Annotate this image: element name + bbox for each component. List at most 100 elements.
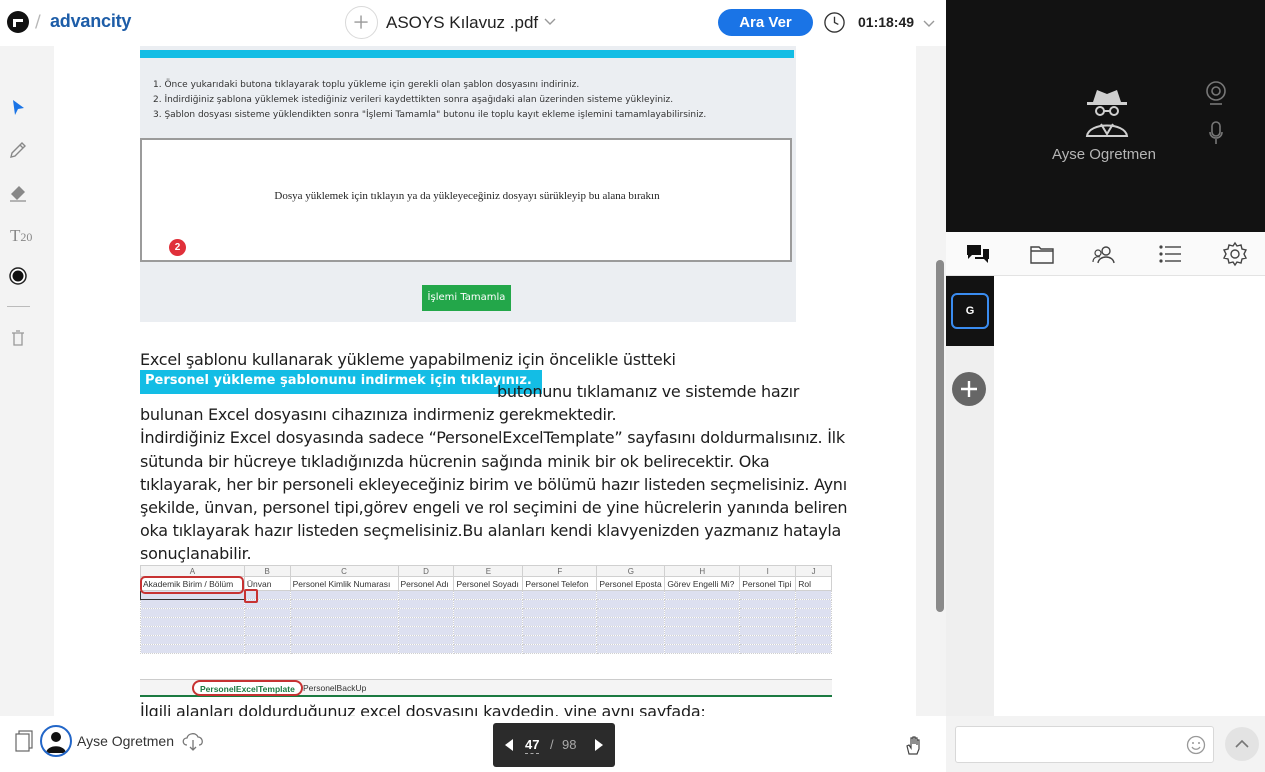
excel-data-row [140, 635, 832, 645]
scroll-up-button[interactable] [1225, 727, 1259, 761]
dropzone-text: Dosya yüklemek için tıklayın ya da yükle… [274, 190, 660, 202]
chevron-up-icon [1235, 739, 1249, 748]
paragraph-3-line: oka tıklayarak hazır listeden seçmelisin… [140, 521, 842, 540]
next-page-icon[interactable] [593, 738, 605, 752]
excel-header-cell: Personel Tipi [739, 576, 797, 591]
session-timer: 01:18:49 [858, 14, 915, 30]
toolbar-divider [7, 306, 30, 307]
microphone-icon[interactable] [1208, 120, 1224, 146]
presenter-name: Ayse Ogretmen [77, 733, 175, 749]
chat-input-bar [946, 716, 1265, 772]
text-size-icon[interactable]: T20 [10, 226, 32, 246]
raise-hand-icon[interactable] [903, 734, 925, 756]
video-tile: Ayse Ogretmen [946, 0, 1265, 232]
chat-icon[interactable] [964, 240, 992, 268]
chat-input[interactable] [955, 726, 1214, 763]
color-icon[interactable] [8, 266, 28, 286]
excel-header-cell: Personel Eposta [596, 576, 666, 591]
excel-data-row [140, 644, 832, 654]
complete-button-image: İşlemi Tamamla [422, 285, 511, 311]
cloud-download-icon[interactable] [180, 729, 206, 753]
avatar[interactable] [40, 725, 72, 757]
top-bar: / advancity ASOYS Kılavuz .pdf Ara Ver 0… [0, 0, 946, 46]
dropdown-arrow-highlight [244, 589, 258, 603]
settings-icon[interactable] [1221, 240, 1249, 268]
excel-data-row [140, 626, 832, 636]
chevron-down-icon[interactable] [922, 16, 936, 30]
excel-header-cell: Personel Adı [397, 576, 455, 591]
excel-sheet-tabs: PersonelExcelTemplate PersonelBackUp [140, 679, 832, 697]
total-pages: 98 [562, 737, 577, 752]
chevron-down-icon[interactable] [543, 14, 557, 28]
chat-messages-area[interactable] [994, 276, 1265, 716]
plus-icon [961, 381, 977, 397]
document-title[interactable]: ASOYS Kılavuz .pdf [386, 13, 538, 33]
excel-column-letters: A B C D E F G H I J [140, 565, 832, 577]
sheet-tab-active: PersonelExcelTemplate [192, 680, 303, 696]
folder-icon[interactable] [1028, 240, 1056, 268]
participants-icon[interactable] [1092, 240, 1120, 268]
prev-page-icon[interactable] [503, 738, 515, 752]
list-icon[interactable] [1156, 240, 1184, 268]
column-letter: J [795, 565, 832, 577]
excel-header-cell: Personel Kimlik Numarası [289, 576, 399, 591]
text-size-value: 20 [20, 230, 33, 244]
paragraph-3-line: sütunda bir hücreye tıkladığınızda hücre… [140, 452, 770, 471]
page-navigator: 47 / 98 [493, 723, 615, 767]
break-button[interactable]: Ara Ver [718, 9, 813, 36]
paragraph-3-line: sonuçlanabilir. [140, 544, 252, 563]
chat-list-sidebar: G [946, 276, 994, 716]
column-letter: C [289, 565, 399, 577]
excel-header-cell: Personel Telefon [522, 576, 598, 591]
file-dropzone: Dosya yüklemek için tıklayın ya da yükle… [140, 138, 792, 262]
brand-name[interactable]: advancity [50, 11, 131, 32]
excel-grid: A B C D E F G H I J Akademik Birim / Böl… [140, 565, 832, 654]
camera-icon[interactable] [1204, 80, 1228, 106]
column-letter: H [664, 565, 741, 577]
anonymous-user-icon [1085, 90, 1129, 137]
emoji-icon[interactable] [1186, 735, 1206, 755]
paragraph-3-line: tıklayarak, her bir personeli ekleyeceği… [140, 475, 847, 494]
paragraph-4: İlgili alanları doldurduğunuz excel dosy… [140, 702, 706, 716]
current-page[interactable]: 47 [525, 737, 540, 754]
chat-group-item[interactable]: G [951, 293, 989, 329]
user-icon [46, 732, 66, 753]
column-letter: G [596, 565, 666, 577]
paragraph-3-line: İndirdiğiniz Excel dosyasında sadece “Pe… [140, 428, 845, 447]
paragraph-2-line-1: butonunu tıklamanız ve sistemde hazır [497, 382, 800, 401]
add-chat-button[interactable] [952, 372, 986, 406]
paragraph-2-line-2: bulunan Excel dosyasını cihazınıza indir… [140, 405, 617, 424]
eraser-icon[interactable] [8, 182, 28, 202]
document-scrollbar[interactable] [936, 260, 944, 612]
clock-icon [824, 12, 845, 33]
paragraph-1: Excel şablonu kullanarak yükleme yapabil… [140, 350, 676, 369]
column-letter: D [397, 565, 455, 577]
column-letter: F [522, 565, 598, 577]
trash-icon[interactable] [8, 328, 28, 348]
form-step-1: 1. Önce yukarıdaki butona tıklayarak top… [153, 80, 580, 90]
form-step-3: 3. Şablon dosyası sisteme yüklendikten s… [153, 110, 707, 120]
add-document-button[interactable] [345, 6, 378, 39]
excel-header-cell: Görev Engelli Mi? [664, 576, 741, 591]
pages-icon[interactable] [14, 729, 34, 753]
app-window: 1. Önce yukarıdaki butona tıklayarak top… [0, 0, 1265, 772]
excel-header-cell: Rol [795, 576, 832, 591]
paragraph-3-line: şekilde, ünvan, personel tipi,görev enge… [140, 498, 848, 517]
upload-form-screenshot: 1. Önce yukarıdaki butona tıklayarak top… [140, 0, 796, 322]
sheet-tab: PersonelBackUp [303, 683, 367, 693]
form-header-bar [140, 50, 794, 58]
pencil-icon[interactable] [8, 140, 28, 160]
template-download-link-image: Personel yükleme şablonunu indirmek için… [140, 370, 542, 394]
column-letter: A [140, 565, 245, 577]
highlight-box [140, 576, 244, 594]
column-letter: B [243, 565, 291, 577]
column-letter: I [739, 565, 797, 577]
excel-data-row [140, 617, 832, 627]
participants-count-badge: 2 [169, 239, 186, 256]
logo-icon[interactable] [6, 10, 30, 34]
pdf-page[interactable]: 1. Önce yukarıdaki butona tıklayarak top… [54, 0, 916, 716]
page-separator: / [550, 737, 554, 752]
pointer-icon[interactable] [8, 98, 28, 118]
form-step-2: 2. İndirdiğiniz şablona yüklemek istediğ… [153, 95, 674, 105]
chat-group-tile: G [946, 276, 994, 346]
